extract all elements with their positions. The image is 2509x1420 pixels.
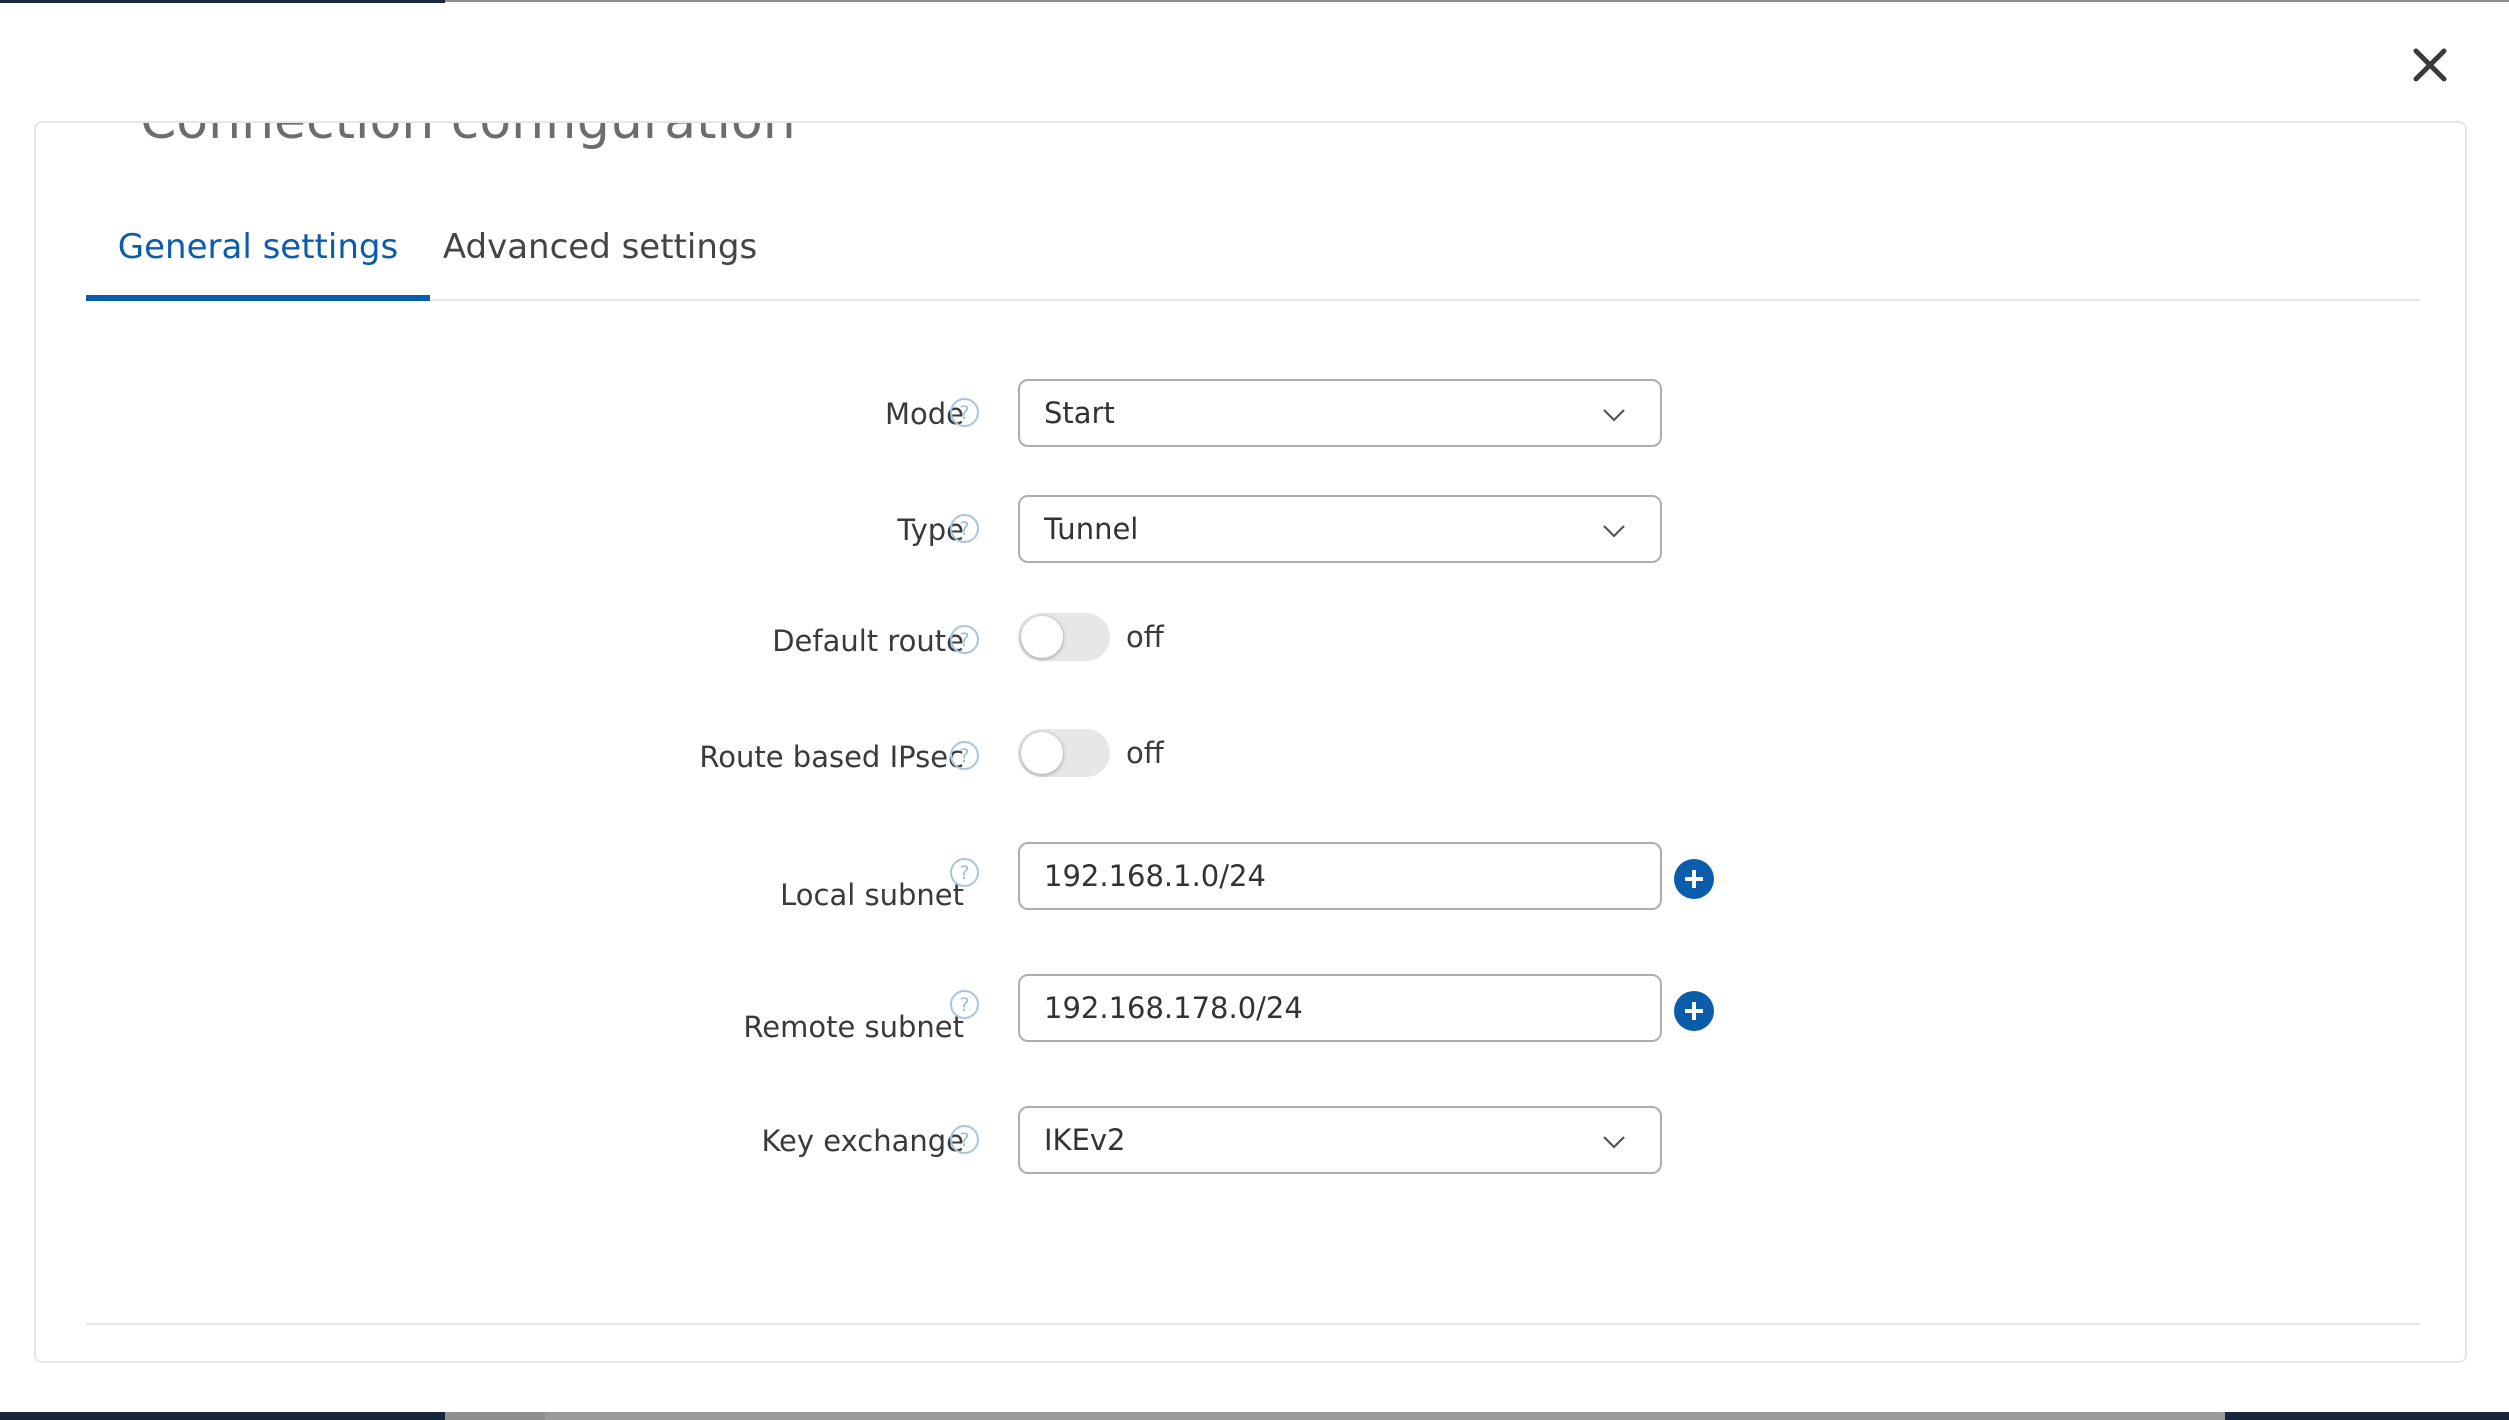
default-route-label: Default route [772, 624, 964, 658]
close-icon [2413, 48, 2447, 82]
toggle-knob [1021, 732, 1063, 774]
toggle-knob [1021, 616, 1063, 658]
section-title: Connection configuration [140, 121, 796, 151]
tab-bar: General settings Advanced settings [86, 193, 2420, 301]
close-button[interactable] [2405, 40, 2455, 90]
remote-subnet-row: Remote subnet ? [36, 974, 2465, 1044]
local-subnet-label: Local subnet [780, 878, 964, 912]
type-value: Tunnel [1044, 512, 1139, 546]
plus-icon [1685, 1002, 1703, 1020]
settings-card: Connection configuration General setting… [34, 121, 2467, 1363]
plus-icon [1685, 870, 1703, 888]
default-route-row: Default route ? off [36, 606, 2465, 676]
route-based-ipsec-row: Route based IPsec ? off [36, 722, 2465, 792]
type-help-icon[interactable]: ? [950, 514, 979, 543]
mode-value: Start [1044, 396, 1115, 430]
mode-row: Mode ? Start [36, 379, 2465, 449]
type-row: Type ? Tunnel [36, 495, 2465, 565]
footer-divider [86, 1323, 2420, 1325]
local-subnet-help-icon[interactable]: ? [950, 858, 979, 887]
top-border-light [445, 0, 2509, 2]
tab-general-settings[interactable]: General settings [86, 193, 430, 301]
mode-help-icon[interactable]: ? [950, 398, 979, 427]
route-based-ipsec-label: Route based IPsec [699, 740, 964, 774]
route-based-ipsec-state: off [1126, 736, 1164, 770]
local-subnet-row: Local subnet ? [36, 842, 2465, 912]
chevron-down-icon [1603, 525, 1625, 538]
route-based-ipsec-toggle[interactable] [1018, 729, 1110, 777]
default-route-help-icon[interactable]: ? [950, 625, 979, 654]
key-exchange-row: Key exchange ? IKEv2 [36, 1106, 2465, 1176]
local-subnet-input[interactable] [1018, 842, 1662, 910]
top-border-dark [0, 0, 445, 3]
mode-select[interactable]: Start [1018, 379, 1662, 447]
bottom-bar-segment [445, 1412, 545, 1420]
add-local-subnet-button[interactable] [1674, 859, 1714, 899]
bottom-bar-segment [545, 1412, 2225, 1420]
key-exchange-label: Key exchange [761, 1124, 964, 1158]
remote-subnet-input[interactable] [1018, 974, 1662, 1042]
tab-advanced-settings[interactable]: Advanced settings [430, 193, 770, 301]
remote-subnet-help-icon[interactable]: ? [950, 990, 979, 1019]
chevron-down-icon [1603, 409, 1625, 422]
default-route-state: off [1126, 620, 1164, 654]
chevron-down-icon [1603, 1136, 1625, 1149]
remote-subnet-label: Remote subnet [743, 1010, 964, 1044]
bottom-bar [0, 1412, 2509, 1420]
route-based-ipsec-help-icon[interactable]: ? [950, 741, 979, 770]
key-exchange-select[interactable]: IKEv2 [1018, 1106, 1662, 1174]
key-exchange-value: IKEv2 [1044, 1123, 1126, 1157]
type-select[interactable]: Tunnel [1018, 495, 1662, 563]
default-route-toggle[interactable] [1018, 613, 1110, 661]
add-remote-subnet-button[interactable] [1674, 991, 1714, 1031]
key-exchange-help-icon[interactable]: ? [950, 1125, 979, 1154]
